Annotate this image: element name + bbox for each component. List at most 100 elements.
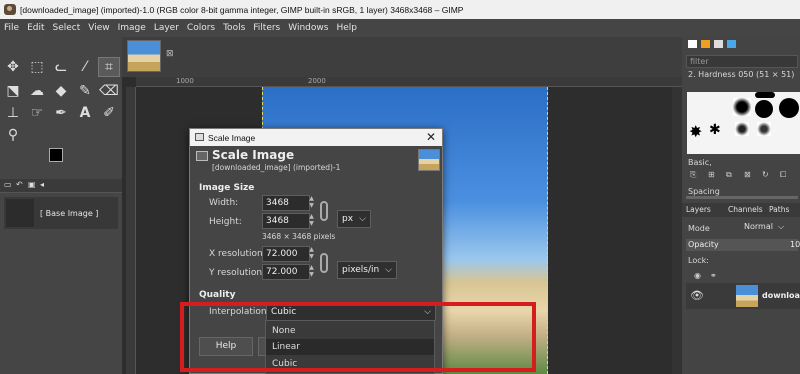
paths-tool-icon[interactable]: ✒ [50,103,72,123]
window-titlebar: [downloaded_image] (imported)-1.0 (RGB c… [0,0,800,19]
brush-preview: ✱ [709,122,721,138]
fonts-tab-icon[interactable] [714,40,723,48]
image-size-label: Image Size [199,183,255,193]
yres-spinner[interactable]: ▲ ▼ [307,264,316,280]
dialog-icon [195,133,204,141]
tab-layers[interactable]: Layers [686,205,711,214]
spacing-slider[interactable] [686,196,798,199]
xres-label: X resolution: [209,249,266,259]
menu-layer[interactable]: Layer [154,23,179,33]
clone-tool-icon[interactable]: ⊥ [2,103,24,123]
dialog-titlebar: Scale Image ✕ [190,129,442,146]
image-tab-thumbnail[interactable] [127,40,161,72]
chevron-down-icon: ⌵ [385,265,392,275]
text-tool-icon[interactable]: A [74,103,96,123]
paintbrush-tool-icon[interactable]: ✎ [74,81,96,101]
menu-tools[interactable]: Tools [223,23,245,33]
refresh-brushes-icon[interactable]: ↻ [762,170,769,179]
vertical-ruler [126,87,136,374]
visibility-header-icon: ◉ [694,271,701,280]
bucket-fill-tool-icon[interactable]: ◆ [50,81,72,101]
open-brush-icon[interactable]: ⧠ [780,170,786,180]
mode-select[interactable]: Normal ⌵ [744,222,798,235]
duplicate-brush-icon[interactable]: ⧉ [726,170,732,180]
xres-input[interactable]: 72.000 [262,246,310,262]
resolution-unit-select[interactable]: pixels/in ⌵ [337,261,397,279]
brushes-tab-icon[interactable] [688,40,697,48]
size-unit-select[interactable]: px ⌵ [337,210,371,228]
height-input[interactable]: 3468 [262,213,310,229]
spacing-label: Spacing [688,187,720,196]
brush-preview [755,100,773,118]
menu-colors[interactable]: Colors [187,23,215,33]
free-select-tool-icon[interactable]: ᓚ [50,57,72,77]
yres-input[interactable]: 72.000 [262,264,310,280]
chain-link-icon[interactable] [320,201,328,221]
menu-select[interactable]: Select [53,23,81,33]
width-input[interactable]: 3468 [262,195,310,211]
dialog-subheading: [downloaded_image] (imported)-1 [212,163,341,172]
height-spinner[interactable]: ▲ ▼ [307,213,316,229]
menu-view[interactable]: View [88,23,109,33]
menu-edit[interactable]: Edit [27,23,44,33]
new-brush-icon[interactable]: ⊞ [708,170,715,179]
window-title: [downloaded_image] (imported)-1.0 (RGB c… [20,4,464,15]
eye-icon[interactable]: 👁 [690,289,704,302]
dock-menu-icon[interactable]: ◂ [40,180,44,189]
resolution-chain-icon[interactable] [320,253,328,273]
xres-spinner[interactable]: ▲ ▼ [307,246,316,262]
delete-brush-icon[interactable]: ⊠ [744,170,751,179]
eraser-tool-icon[interactable]: ⌫ [98,81,120,101]
fuzzy-select-tool-icon[interactable]: ⁄ [74,57,96,77]
close-icon[interactable]: ✕ [426,130,436,144]
foreground-color-swatch[interactable] [49,148,63,162]
size-unit-value: px [342,214,354,224]
undo-history-tab-icon[interactable]: ↶ [16,180,23,189]
menu-image[interactable]: Image [118,23,146,33]
chevron-down-icon: ⌵ [359,214,366,224]
image-tabs-bar: ⊠ [122,37,682,77]
mode-value: Normal [744,222,773,231]
brush-preview [757,122,771,136]
unified-transform-tool-icon[interactable]: ⬔ [2,81,24,101]
layer-thumbnail [736,285,758,307]
rect-select-tool-icon[interactable]: ⬚ [26,57,48,77]
tab-paths[interactable]: Paths [769,205,789,214]
images-tab-icon[interactable]: ▣ [28,180,36,189]
opacity-slider[interactable]: Opacity 100 [686,239,800,251]
zoom-tool-icon[interactable]: ⚲ [2,125,24,145]
menu-file[interactable]: File [4,23,19,33]
dialog-title: Scale Image [208,132,256,143]
smudge-tool-icon[interactable]: ☞ [26,103,48,123]
vertical-scrollbar[interactable] [672,87,682,374]
warp-transform-tool-icon[interactable]: ☁ [26,81,48,101]
lock-label: Lock: [688,256,709,265]
brushes-grid[interactable]: ✸ ✱ [687,92,800,154]
tab-channels[interactable]: Channels [728,205,763,214]
pixels-info: 3468 × 3468 pixels [262,232,336,241]
layer-row[interactable]: 👁 download [686,283,800,309]
width-spinner[interactable]: ▲ ▼ [307,195,316,211]
color-picker-tool-icon[interactable]: ✐ [98,103,120,123]
gimp-logo-icon [4,4,16,15]
brush-filter-input[interactable]: filter [686,55,798,68]
tool-options-tab-icon[interactable]: ▭ [4,180,12,189]
crop-tool-icon[interactable]: ⌗ [98,57,120,77]
yres-label: Y resolution: [209,268,266,278]
menu-filters[interactable]: Filters [253,23,280,33]
edit-brush-icon[interactable]: ⎘ [690,170,696,180]
opacity-value: 100 [790,240,800,249]
history-item[interactable]: [ Base Image ] [4,197,118,229]
patterns-tab-icon[interactable] [701,40,710,48]
opacity-label: Opacity [688,240,719,249]
brush-tag[interactable]: Basic, [688,158,800,167]
menu-help[interactable]: Help [336,23,357,33]
menu-windows[interactable]: Windows [288,23,328,33]
layer-list-header: ◉ ⚭ [688,271,800,281]
gradients-tab-icon[interactable] [727,40,736,48]
toolbox: ✥ ⬚ ᓚ ⁄ ⌗ ⬔ ☁ ◆ ✎ ⌫ ⊥ ☞ ✒ A ✐ ⚲ ▭ ↶ ▣ ◂ … [0,37,122,374]
brush-preview [755,92,775,98]
quality-label: Quality [199,290,236,300]
move-tool-icon[interactable]: ✥ [2,57,24,77]
close-image-tab-icon[interactable]: ⊠ [166,49,174,59]
